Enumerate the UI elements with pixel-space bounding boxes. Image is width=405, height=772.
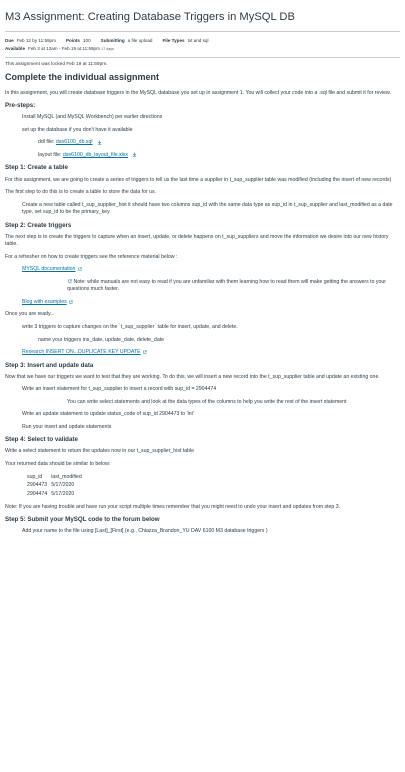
table-cell: 2904473 [27, 482, 48, 489]
expected-results-table: sup_id last_modified 2904473 5/17/2020 2… [27, 473, 86, 497]
assignment-page: M3 Assignment: Creating Database Trigger… [0, 0, 405, 772]
assignment-details: Due Feb 12 by 11:59pm Points 100 Submittin… [5, 32, 400, 57]
assignment-description: Complete the individual assignment In th… [5, 72, 400, 536]
due-label: Due [5, 37, 14, 43]
description-heading: Complete the individual assignment [5, 71, 160, 82]
page-title: M3 Assignment: Creating Database Trigger… [5, 11, 295, 23]
pre-step-install: Install MySQL (and MySQL Workbench) per … [22, 114, 163, 121]
pre-steps-heading: Pre-steps: [5, 102, 36, 110]
layout-file-label: layout file: [38, 151, 62, 158]
submitting-detail: Submitting a file upload [101, 38, 153, 45]
layout-file-link[interactable]: dav6100_db_layout_file.xlsx [63, 152, 128, 158]
research-insert-link[interactable]: Research INSERT ON...DUPLICATE KEY UPDAT… [22, 349, 141, 355]
step3-paragraph-1: Now that we have our triggers we want to… [5, 373, 380, 380]
details-row-1: Due Feb 12 by 11:59pm Points 100 Submittin… [5, 37, 400, 45]
mysql-doc-line: MYSQL documentation [5, 266, 400, 274]
step2-note-text: Note: while manuals are not easy to read… [67, 278, 387, 293]
intro-paragraph: In this assignment, you will create data… [5, 89, 391, 96]
ddl-file-line: ddl file: dav6100_db.sql [5, 139, 400, 147]
step2-note: Note: while manuals are not easy to read… [5, 279, 400, 294]
step4-heading: Step 4: Select to validate [5, 436, 78, 444]
points-value: 100 [82, 37, 91, 43]
external-link-icon [78, 267, 82, 271]
step2-heading: Step 2: Create triggers [5, 221, 72, 229]
submitting-label: Submitting [100, 37, 125, 43]
file-types-detail: File Types txt and sql [162, 38, 208, 45]
blog-line: Blog with examples [5, 299, 400, 307]
ddl-file-link[interactable]: dav6100_db.sql [56, 139, 93, 145]
table-header-cell: last_modified [51, 474, 82, 481]
table-cell: 2904474 [27, 490, 48, 497]
available-label: Available [5, 45, 26, 51]
step1-heading: Step 1: Create a table [5, 164, 68, 172]
step4-paragraph-1: Write a select statement to return the u… [5, 448, 195, 455]
step1-paragraph-3: Create a new table called t_sup_supplier… [22, 201, 393, 216]
step3-paragraph-4: Write an update statement to update stat… [22, 411, 194, 418]
pre-step-setup: set up the database if you don't have it… [22, 126, 133, 133]
step3-heading: Step 3: Insert and update data [5, 361, 94, 369]
download-icon[interactable] [132, 152, 137, 157]
step5-paragraph-1: Add your name to the file using [Last]_[… [22, 528, 268, 535]
table-header-row: sup_id last_modified [27, 473, 86, 481]
table-row: 2904474 5/17/2020 [27, 490, 86, 498]
blog-examples-link[interactable]: Blog with examples [22, 299, 67, 305]
table-header-cell: sup_id [27, 474, 43, 481]
step4-paragraph-2: Your returned data should be similar to … [5, 460, 111, 467]
step2-paragraph-1: The next step is to create the triggers … [5, 233, 389, 248]
step3-paragraph-2: Write an insert statement for t_sup_supp… [22, 386, 217, 393]
external-link-icon [143, 350, 147, 354]
available-detail: Available Feb 3 at 12am - Feb 19 at 11:59… [5, 46, 114, 53]
step1-paragraph-2: The first step to do this is to create a… [5, 189, 157, 196]
external-link-icon [68, 279, 72, 284]
step2-name-triggers: name your triggers ins_date, update_date… [38, 336, 165, 343]
available-value: Feb 3 at 12am - Feb 19 at 11:59pm [28, 45, 100, 51]
step3-paragraph-5: Run your insert and update statements [22, 423, 112, 430]
step2-write-triggers: write 3 triggers to capture changes on t… [22, 323, 238, 330]
download-icon[interactable] [97, 140, 102, 145]
research-line: Research INSERT ON...DUPLICATE KEY UPDAT… [5, 349, 400, 357]
details-row-2: Available Feb 3 at 12am - Feb 19 at 11:59… [5, 45, 400, 53]
file-types-label: File Types [162, 37, 185, 43]
table-row: 2904473 5/17/2020 [27, 481, 86, 489]
once-ready-text: Once you are ready... [5, 311, 55, 318]
step2-paragraph-2: For a refresher on how to create trigger… [5, 253, 178, 260]
available-days: 17 days [101, 46, 114, 51]
step3-paragraph-3: You can write select statements and look… [67, 398, 347, 405]
locked-notice: This assignment was locked Feb 19 at 11:… [5, 62, 108, 67]
due-value: Feb 12 by 11:59pm [16, 37, 56, 43]
external-link-icon [69, 299, 73, 304]
step1-paragraph-1: For this assignment, we are going to cre… [5, 176, 392, 183]
mysql-documentation-link[interactable]: MYSQL documentation [22, 266, 75, 272]
points-label: Points [65, 37, 80, 43]
points-detail: Points 100 [66, 38, 91, 45]
submitting-value: a file upload [127, 37, 153, 43]
ddl-file-label: ddl file: [38, 139, 55, 146]
step5-heading: Step 5: Submit your MySQL code to the fo… [5, 516, 160, 524]
layout-file-line: layout file: dav6100_db_layout_file.xlsx [5, 152, 400, 160]
file-types-value: txt and sql [187, 37, 209, 43]
due-detail: Due Feb 12 by 11:59pm [5, 38, 56, 45]
table-cell: 5/17/2020 [51, 482, 75, 489]
table-cell: 5/17/2020 [51, 490, 75, 497]
step4-note: Note: If you are having trouble and have… [5, 503, 341, 510]
